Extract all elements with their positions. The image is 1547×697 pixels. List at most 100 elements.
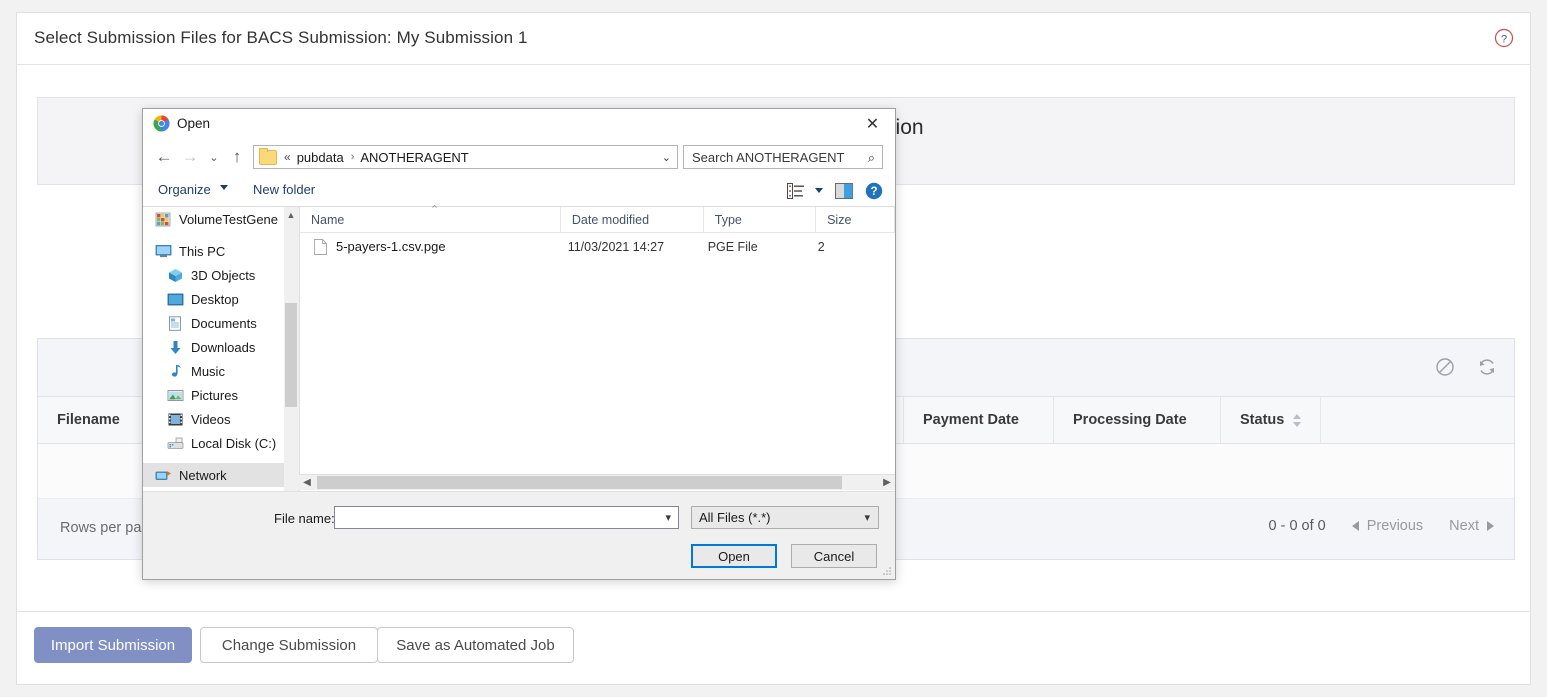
help-circle-icon[interactable]: ? bbox=[865, 182, 883, 200]
search-icon: ⌕ bbox=[867, 150, 875, 165]
file-type-filter-select[interactable]: All Files (*.*) ▾ bbox=[691, 506, 879, 529]
archive-icon bbox=[155, 212, 172, 227]
scroll-right-icon[interactable]: ▶ bbox=[879, 475, 895, 490]
close-icon[interactable]: ✕ bbox=[850, 109, 895, 139]
address-bar[interactable]: « pubdata › ANOTHERAGENT ⌄ bbox=[253, 145, 678, 169]
chevron-down-icon[interactable] bbox=[220, 185, 228, 190]
breadcrumb-separator-icon: › bbox=[350, 151, 355, 163]
resize-grip[interactable] bbox=[882, 566, 892, 576]
nav-item-this-pc[interactable]: This PC bbox=[143, 239, 298, 263]
music-icon bbox=[167, 364, 184, 379]
chevron-left-icon bbox=[1351, 521, 1359, 531]
file-name-input[interactable]: ▾ bbox=[334, 506, 679, 529]
dialog-toolbar: Organize New folder ? bbox=[143, 175, 895, 207]
previous-page-button[interactable]: Previous bbox=[1351, 518, 1423, 534]
nav-item-label: Videos bbox=[191, 411, 231, 427]
column-header-actions bbox=[1321, 397, 1514, 443]
nav-item-label: 3D Objects bbox=[191, 267, 256, 283]
refresh-icon[interactable] bbox=[1476, 356, 1498, 378]
pictures-icon bbox=[167, 388, 184, 403]
navigation-pane[interactable]: VolumeTestGene This PC 3D Objects Deskto… bbox=[143, 207, 298, 507]
back-icon[interactable]: ← bbox=[153, 146, 175, 168]
videos-icon bbox=[167, 412, 184, 427]
page-header: Select Submission Files for BACS Submiss… bbox=[17, 13, 1530, 65]
scroll-up-icon[interactable]: ▲ bbox=[284, 207, 298, 223]
recent-locations-icon[interactable]: ⌄ bbox=[203, 146, 225, 168]
column-header-processing-date[interactable]: Processing Date bbox=[1054, 397, 1221, 443]
network-icon bbox=[155, 468, 172, 483]
search-placeholder: Search ANOTHERAGENT bbox=[692, 149, 845, 165]
file-list-horizontal-scrollbar[interactable]: ◀ ▶ bbox=[299, 474, 895, 490]
pagination-controls: 0 - 0 of 0 Previous Next bbox=[1269, 518, 1494, 534]
organize-button[interactable]: Organize bbox=[158, 182, 211, 197]
nav-item-pictures[interactable]: Pictures bbox=[143, 383, 298, 407]
file-column-size[interactable]: Size bbox=[816, 207, 895, 232]
file-name-label: File name: bbox=[274, 511, 335, 526]
scrollbar-thumb[interactable] bbox=[285, 303, 297, 407]
nav-item-volumetestgene[interactable]: VolumeTestGene bbox=[143, 207, 298, 231]
column-header-label: Payment Date bbox=[923, 412, 1019, 428]
column-header-label: Processing Date bbox=[1073, 412, 1187, 428]
forward-icon[interactable]: → bbox=[179, 146, 201, 168]
chevron-right-icon bbox=[1487, 521, 1494, 531]
chrome-icon bbox=[153, 115, 170, 132]
column-header-label: Status bbox=[1240, 412, 1285, 428]
up-one-level-icon[interactable]: ↑ bbox=[226, 146, 248, 168]
file-name-field[interactable] bbox=[335, 507, 678, 528]
nav-item-desktop[interactable]: Desktop bbox=[143, 287, 298, 311]
navigation-pane-scrollbar[interactable]: ▲ ▼ bbox=[284, 207, 298, 507]
dialog-nav-bar: ← → ⌄ ↑ « pubdata › ANOTHERAGENT ⌄ ↻ Sea… bbox=[143, 139, 895, 175]
file-type: PGE File bbox=[707, 239, 758, 254]
nav-item-label: Music bbox=[191, 363, 225, 379]
column-header-status[interactable]: Status bbox=[1221, 397, 1321, 443]
nav-item-label: Documents bbox=[191, 315, 257, 331]
page-count-label: 0 - 0 of 0 bbox=[1268, 518, 1326, 534]
column-header-payment-date[interactable]: Payment Date bbox=[904, 397, 1054, 443]
nav-item-local-disk-c[interactable]: Local Disk (C:) bbox=[143, 431, 298, 455]
svg-text:?: ? bbox=[870, 186, 877, 198]
file-list-item[interactable]: 5-payers-1.csv.pge 11/03/2021 14:27 PGE … bbox=[300, 233, 895, 260]
breadcrumb-anotheragent[interactable]: ANOTHERAGENT bbox=[360, 150, 468, 165]
import-submission-button[interactable]: Import Submission bbox=[34, 627, 192, 663]
help-circle-icon[interactable]: ? bbox=[1494, 28, 1514, 48]
desktop-icon bbox=[167, 292, 184, 307]
download-icon bbox=[167, 340, 184, 355]
cancel-button[interactable]: Cancel bbox=[791, 544, 877, 568]
file-column-date-modified[interactable]: Date modified bbox=[561, 207, 704, 232]
file-name: 5-payers-1.csv.pge bbox=[336, 239, 446, 254]
next-page-button[interactable]: Next bbox=[1449, 518, 1494, 534]
next-label: Next bbox=[1449, 518, 1479, 534]
scroll-left-icon[interactable]: ◀ bbox=[299, 475, 315, 490]
nav-item-music[interactable]: Music bbox=[143, 359, 298, 383]
scrollbar-thumb[interactable] bbox=[317, 476, 842, 489]
open-button[interactable]: Open bbox=[691, 544, 777, 568]
file-column-label: Date modified bbox=[571, 212, 650, 227]
sort-arrows-icon[interactable] bbox=[1293, 413, 1302, 427]
nav-item-documents[interactable]: Documents bbox=[143, 311, 298, 335]
column-header-label: Filename bbox=[57, 412, 120, 428]
nav-item-videos[interactable]: Videos bbox=[143, 407, 298, 431]
nav-item-label: Downloads bbox=[191, 339, 256, 355]
new-folder-button[interactable]: New folder bbox=[253, 182, 315, 197]
chevron-down-icon[interactable]: ▾ bbox=[864, 511, 870, 524]
save-as-automated-job-button[interactable]: Save as Automated Job bbox=[377, 627, 574, 663]
chevron-down-icon[interactable]: ⌄ bbox=[662, 151, 671, 164]
nav-item-downloads[interactable]: Downloads bbox=[143, 335, 298, 359]
file-list-pane: Name Date modified Type Size 5-payers-1.… bbox=[299, 203, 895, 492]
nav-item-network[interactable]: Network bbox=[143, 463, 298, 487]
preview-pane-icon[interactable] bbox=[835, 183, 853, 199]
nav-item-3d-objects[interactable]: 3D Objects bbox=[143, 263, 298, 287]
breadcrumb-overflow[interactable]: « bbox=[284, 150, 291, 164]
search-input[interactable]: Search ANOTHERAGENT ⌕ bbox=[683, 145, 883, 169]
chevron-down-icon[interactable] bbox=[815, 188, 823, 193]
view-list-icon[interactable] bbox=[787, 183, 805, 199]
file-column-name[interactable]: Name bbox=[300, 203, 561, 232]
file-column-type[interactable]: Type bbox=[704, 207, 817, 232]
dialog-title-bar[interactable]: Open ✕ bbox=[143, 109, 895, 139]
clear-filters-icon[interactable] bbox=[1434, 356, 1456, 378]
file-date-modified: 11/03/2021 14:27 bbox=[567, 239, 665, 254]
change-submission-button[interactable]: Change Submission bbox=[200, 627, 378, 663]
document-icon bbox=[314, 238, 327, 255]
nav-item-label: This PC bbox=[179, 243, 226, 259]
breadcrumb-pubdata[interactable]: pubdata bbox=[297, 150, 344, 165]
